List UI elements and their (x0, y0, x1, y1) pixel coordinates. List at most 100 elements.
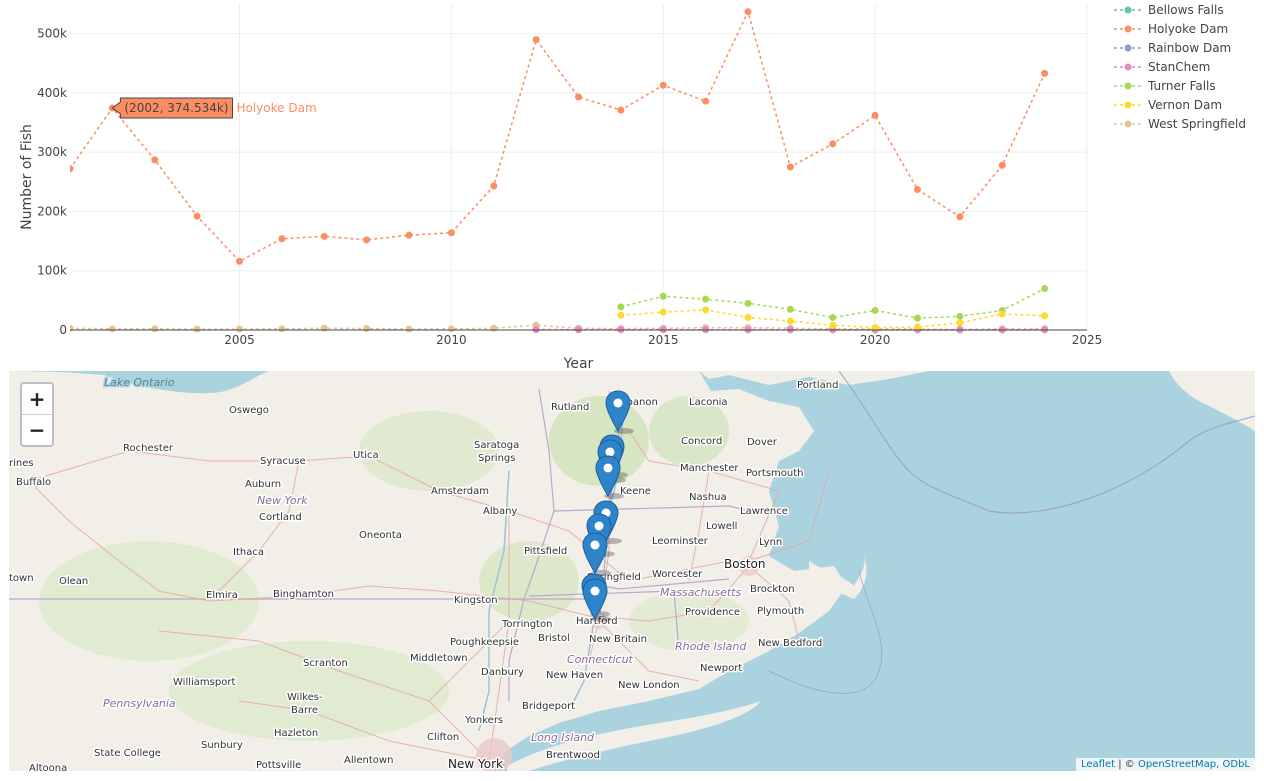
x-tick-label: 2015 (648, 333, 679, 347)
svg-text:Wilkes-: Wilkes- (287, 692, 323, 703)
data-point (659, 81, 667, 89)
svg-text:Pottsville: Pottsville (256, 760, 301, 771)
data-point (151, 325, 159, 333)
svg-text:Lake Ontario: Lake Ontario (104, 376, 175, 389)
data-point (702, 306, 710, 314)
data-point (1041, 285, 1049, 293)
chart-svg: 0 100k 200k 300k 400k 500k 2005 2010 2015 2020 202… (19, 3, 1246, 372)
y-tick-label: 200k (37, 204, 67, 218)
svg-text:Allentown: Allentown (344, 755, 393, 766)
marker-dot (603, 463, 613, 473)
map-attribution: Leaflet | © OpenStreetMap, ODbL (1075, 758, 1255, 771)
svg-text:Rochester: Rochester (123, 443, 174, 454)
map-view[interactable]: Lake Ontario Portland Oswego Rutland Leb… (9, 371, 1255, 771)
svg-text:Kingston: Kingston (454, 595, 498, 606)
svg-text:Boston: Boston (724, 557, 765, 571)
y-tick-label: 400k (37, 86, 67, 100)
data-point (786, 317, 794, 325)
marker-dot (594, 521, 604, 531)
map-tiles[interactable]: Lake Ontario Portland Oswego Rutland Leb… (9, 371, 1255, 771)
zoom-in-button[interactable]: + (22, 384, 52, 415)
data-point (871, 306, 879, 314)
data-point (70, 165, 74, 173)
svg-text:Danbury: Danbury (481, 667, 524, 678)
svg-text:New York: New York (257, 494, 308, 507)
series-west-springfield (70, 321, 1049, 333)
data-point (617, 106, 625, 114)
svg-text:Sunbury: Sunbury (201, 740, 243, 751)
data-point (659, 292, 667, 300)
svg-text:Saratoga: Saratoga (474, 440, 519, 451)
legend-item: Rainbow Dam (1114, 41, 1231, 55)
tooltip-series-label: Holyoke Dam (236, 101, 316, 115)
zoom-out-button[interactable]: − (22, 415, 52, 445)
data-point (70, 324, 74, 332)
series-holyoke-dam (70, 8, 1049, 265)
series-line (620, 287, 1045, 319)
data-point (532, 36, 540, 44)
line-chart: 0 100k 200k 300k 400k 500k 2005 2010 2015 2020 202… (0, 0, 1264, 372)
legend-item: Vernon Dam (1114, 98, 1222, 112)
data-point (744, 8, 752, 16)
svg-text:Keene: Keene (620, 486, 651, 497)
svg-text:Syracuse: Syracuse (260, 456, 306, 467)
data-point (956, 319, 964, 327)
data-point (575, 93, 582, 101)
data-point (236, 257, 243, 265)
legend-item: Bellows Falls (1114, 3, 1224, 17)
data-point (278, 235, 286, 243)
x-axis-title: Year (563, 356, 594, 372)
data-point (914, 323, 921, 331)
svg-text:Portsmouth: Portsmouth (746, 468, 804, 479)
data-point (998, 310, 1006, 318)
data-point (1041, 69, 1049, 77)
legend-marker (1124, 6, 1132, 14)
data-point (829, 140, 837, 148)
svg-text:Auburn: Auburn (245, 479, 281, 490)
svg-text:Olean: Olean (59, 576, 88, 587)
leaflet-link[interactable]: Leaflet (1081, 759, 1115, 770)
svg-text:Binghamton: Binghamton (273, 589, 334, 600)
svg-text:Dover: Dover (747, 437, 778, 448)
svg-text:New Haven: New Haven (546, 670, 603, 681)
data-point (744, 299, 752, 307)
legend-marker (1124, 120, 1132, 128)
data-point (829, 314, 837, 322)
svg-text:Ithaca: Ithaca (233, 547, 264, 558)
legend-item: Holyoke Dam (1114, 22, 1228, 36)
data-point (363, 325, 371, 333)
y-axis-title: Number of Fish (19, 124, 35, 230)
data-point (151, 156, 159, 164)
data-point (490, 324, 498, 332)
svg-text:Oswego: Oswego (229, 405, 269, 416)
svg-text:Massachusetts: Massachusetts (660, 586, 742, 599)
svg-text:Lawrence: Lawrence (740, 506, 788, 517)
svg-text:Albany: Albany (483, 506, 517, 517)
svg-text:Altoona: Altoona (29, 763, 67, 771)
marker-dot (605, 447, 615, 457)
y-tick-label: 0 (59, 323, 67, 337)
svg-text:Lowell: Lowell (706, 521, 737, 532)
legend-label: Vernon Dam (1148, 98, 1222, 112)
attribution-separator: | © (1115, 759, 1138, 770)
data-point (659, 308, 667, 316)
tooltip-value: (2002, 374.534k) (124, 101, 228, 115)
data-point (744, 314, 752, 322)
legend-marker (1124, 63, 1132, 71)
data-point (617, 303, 625, 311)
data-point (108, 325, 116, 333)
svg-text:Yonkers: Yonkers (464, 715, 503, 726)
series-turner-falls (617, 285, 1049, 322)
data-point (786, 163, 794, 171)
data-point (193, 325, 201, 333)
svg-text:Poughkeepsie: Poughkeepsie (450, 637, 519, 648)
data-point (1041, 312, 1049, 320)
y-tick-label: 300k (37, 145, 67, 159)
svg-text:Elmira: Elmira (206, 590, 238, 601)
svg-text:Utica: Utica (353, 450, 379, 461)
legend-marker (1124, 101, 1132, 109)
osm-link[interactable]: OpenStreetMap, ODbL (1138, 759, 1250, 770)
svg-text:Oneonta: Oneonta (359, 530, 402, 541)
svg-text:Bristol: Bristol (538, 633, 570, 644)
legend-item: StanChem (1114, 60, 1210, 74)
